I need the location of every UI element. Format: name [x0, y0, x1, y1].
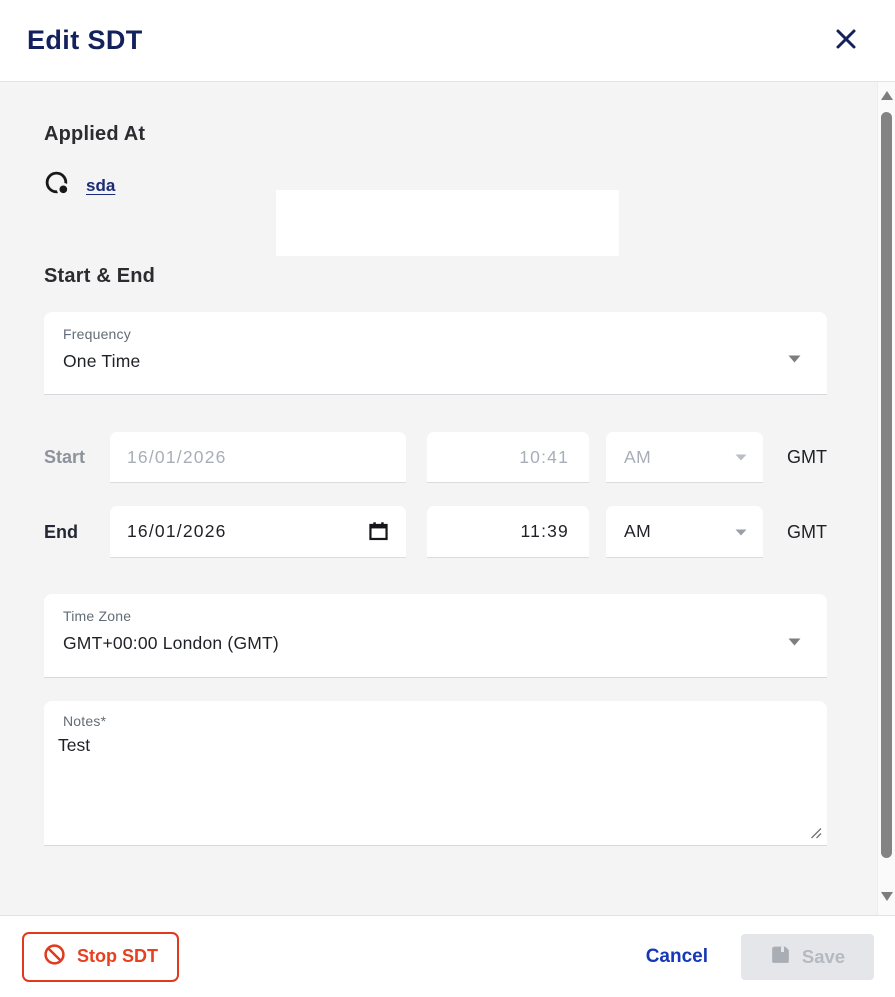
- notes-textarea[interactable]: Test: [58, 735, 813, 830]
- start-end-heading: Start & End: [44, 265, 827, 288]
- prohibition-icon: [43, 943, 66, 971]
- end-row: End 16/01/2026 11:39 AM: [44, 506, 827, 558]
- stop-sdt-button[interactable]: Stop SDT: [22, 932, 179, 982]
- dialog-title: Edit SDT: [27, 25, 143, 56]
- frequency-value: One Time: [63, 351, 781, 372]
- dialog-body: Applied At sda Start & End Frequency One…: [0, 82, 895, 915]
- end-date-value: 16/01/2026: [127, 521, 227, 542]
- notes-card: Notes* Test: [44, 701, 827, 846]
- dialog-header: Edit SDT: [0, 0, 895, 82]
- edit-sdt-dialog: Edit SDT Applied At sda Start & End: [0, 0, 895, 997]
- close-button[interactable]: [830, 25, 862, 57]
- timezone-select[interactable]: Time Zone GMT+00:00 London (GMT): [44, 594, 827, 678]
- scrollbar-up-arrow[interactable]: [881, 91, 893, 100]
- start-time-value: 10:41: [519, 447, 569, 468]
- chevron-down-icon: [788, 633, 801, 651]
- end-date-field[interactable]: 16/01/2026: [110, 506, 406, 558]
- scrollbar-down-arrow[interactable]: [881, 892, 893, 901]
- save-label: Save: [802, 946, 845, 968]
- stop-sdt-label: Stop SDT: [77, 946, 158, 967]
- timezone-label: Time Zone: [63, 608, 781, 624]
- frequency-label: Frequency: [63, 326, 781, 342]
- chevron-down-icon: [788, 350, 801, 368]
- timezone-value: GMT+00:00 London (GMT): [63, 633, 781, 654]
- start-date-field: 16/01/2026: [110, 432, 406, 483]
- frequency-select[interactable]: Frequency One Time: [44, 312, 827, 395]
- start-date-value: 16/01/2026: [127, 447, 227, 468]
- dialog-footer: Stop SDT Cancel Save: [0, 915, 895, 997]
- footer-actions: Cancel Save: [646, 934, 874, 980]
- start-label: Start: [44, 447, 110, 468]
- floppy-disk-icon: [770, 944, 791, 970]
- start-time-field: 10:41: [427, 432, 589, 483]
- empty-popup: [276, 190, 619, 256]
- calendar-icon[interactable]: [367, 520, 390, 543]
- end-timezone-abbr: GMT: [787, 522, 827, 543]
- chevron-down-icon: [735, 448, 747, 466]
- chevron-down-icon: [735, 523, 747, 541]
- start-meridiem-select: AM: [606, 432, 763, 483]
- notes-label: Notes*: [58, 713, 813, 729]
- cancel-button[interactable]: Cancel: [646, 946, 708, 968]
- scrollbar-track[interactable]: [877, 82, 895, 915]
- end-label: End: [44, 522, 110, 543]
- end-time-field[interactable]: 11:39: [427, 506, 589, 558]
- start-meridiem-value: AM: [624, 447, 651, 468]
- resource-link[interactable]: sda: [86, 176, 115, 196]
- service-icon: [44, 170, 71, 202]
- save-button: Save: [741, 934, 874, 980]
- end-meridiem-select[interactable]: AM: [606, 506, 763, 558]
- resize-grip-icon[interactable]: [810, 827, 822, 839]
- applied-at-heading: Applied At: [44, 123, 827, 146]
- start-row: Start 16/01/2026 10:41 AM GMT: [44, 432, 827, 483]
- scrollbar-thumb[interactable]: [881, 112, 892, 858]
- end-meridiem-value: AM: [624, 521, 651, 542]
- end-time-value: 11:39: [521, 521, 570, 542]
- start-timezone-abbr: GMT: [787, 447, 827, 468]
- close-icon: [834, 27, 858, 54]
